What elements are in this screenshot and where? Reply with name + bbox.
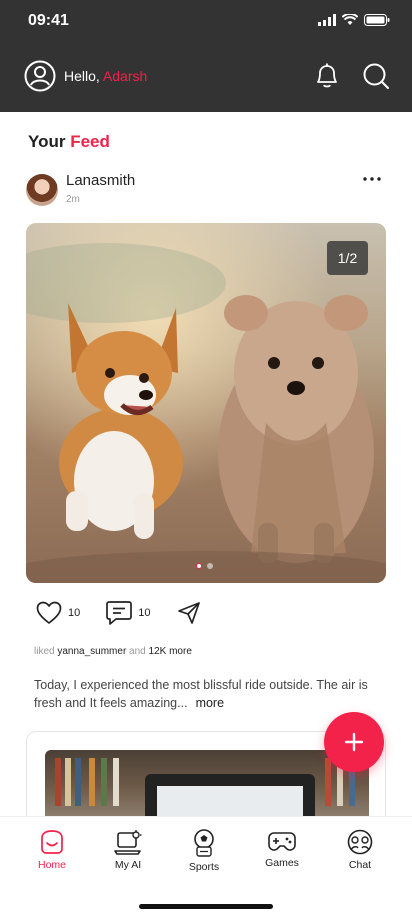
search-icon[interactable] xyxy=(362,62,390,90)
book-spine xyxy=(75,758,81,806)
share-icon[interactable] xyxy=(177,601,201,625)
book-spine xyxy=(65,758,71,806)
chat-icon xyxy=(347,829,373,855)
like-count: 10 xyxy=(68,607,81,619)
like-action[interactable]: 10 xyxy=(36,601,80,625)
greeting: Hello, Adarsh xyxy=(24,60,147,92)
book-spine xyxy=(55,758,61,806)
nav-item-chat[interactable]: Chat xyxy=(324,829,396,871)
liked-mid: and xyxy=(126,646,149,657)
nav-label-games: Games xyxy=(265,857,299,869)
more-options-icon[interactable] xyxy=(362,176,382,182)
caption-more-link[interactable]: more xyxy=(196,696,224,710)
nav-label-my-ai: My AI xyxy=(114,859,142,871)
image-pagination xyxy=(196,563,213,569)
greeting-user-name: Adarsh xyxy=(102,68,148,84)
battery-icon xyxy=(364,14,390,26)
liked-prefix: liked xyxy=(34,646,58,657)
post-image[interactable]: 1/2 xyxy=(26,223,386,583)
create-post-button[interactable] xyxy=(324,712,384,772)
bell-icon[interactable] xyxy=(314,62,340,90)
signal-icon xyxy=(318,14,336,26)
post-caption: Today, I experienced the most blissful r… xyxy=(34,676,374,712)
wifi-icon xyxy=(342,14,358,25)
book-spine xyxy=(89,758,95,806)
nav-item-games[interactable]: Games xyxy=(246,829,318,869)
pagination-dot[interactable] xyxy=(207,563,213,569)
post-actions: 10 10 xyxy=(36,600,201,626)
status-icons xyxy=(318,14,390,26)
bottom-navigation: Home My AI Sports Games Chat xyxy=(0,816,412,917)
comment-count: 10 xyxy=(138,607,151,619)
liked-by-line: liked yanna_summer and 12K more xyxy=(34,646,192,657)
post-header: Lanasmith 2m xyxy=(26,172,386,208)
dogs-photo xyxy=(26,223,386,583)
book-spine xyxy=(101,758,107,806)
feed-title: Your Feed xyxy=(28,132,110,152)
sports-icon xyxy=(194,829,214,857)
app-header: 09:41 Hello, Adarsh xyxy=(0,0,412,112)
ai-icon xyxy=(114,830,142,855)
nav-item-sports[interactable]: Sports xyxy=(168,829,240,873)
image-counter: 1/2 xyxy=(327,241,368,275)
post-author-name[interactable]: Lanasmith xyxy=(66,172,135,189)
nav-item-home[interactable]: Home xyxy=(16,829,88,871)
pagination-dot-active[interactable] xyxy=(196,563,202,569)
book-spine xyxy=(113,758,119,806)
book-spine xyxy=(325,758,331,806)
comment-action[interactable]: 10 xyxy=(106,600,151,626)
post-author-avatar[interactable] xyxy=(26,174,58,206)
nav-label-sports: Sports xyxy=(188,861,220,873)
home-indicator xyxy=(139,904,273,909)
liked-more[interactable]: 12K more xyxy=(149,646,192,657)
header-actions xyxy=(314,62,390,90)
nav-label-chat: Chat xyxy=(348,859,372,871)
status-time: 09:41 xyxy=(28,12,69,29)
nav-label-home: Home xyxy=(37,859,66,871)
liked-user[interactable]: yanna_summer xyxy=(57,646,126,657)
feed-title-prefix: Your xyxy=(28,132,71,151)
feed-title-accent: Feed xyxy=(70,132,110,151)
greeting-prefix: Hello, xyxy=(64,68,103,84)
user-avatar-icon[interactable] xyxy=(24,60,56,92)
home-icon xyxy=(41,830,63,854)
heart-icon[interactable] xyxy=(36,601,62,625)
post-timestamp: 2m xyxy=(66,194,80,205)
nav-item-my-ai[interactable]: My AI xyxy=(92,829,164,871)
plus-icon xyxy=(344,732,364,752)
comment-icon[interactable] xyxy=(106,600,133,626)
gamepad-icon xyxy=(268,832,296,851)
greeting-text: Hello, Adarsh xyxy=(64,68,147,84)
